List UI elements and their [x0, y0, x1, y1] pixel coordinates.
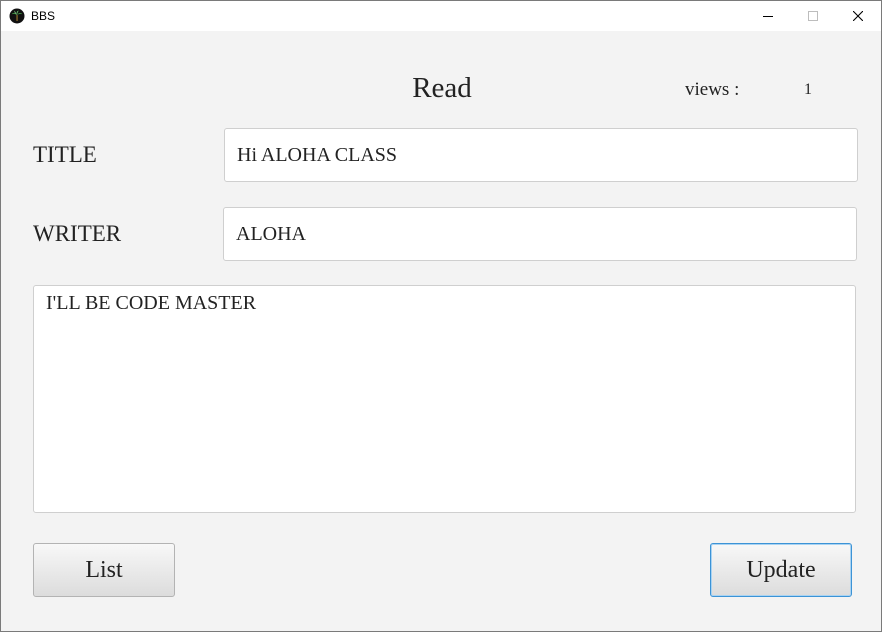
minimize-button[interactable]	[745, 1, 791, 31]
bbs-window: BBS Read views : 1 TITLE WRITER I'LL BE …	[0, 0, 882, 632]
window-title: BBS	[31, 9, 56, 23]
close-icon	[853, 11, 863, 21]
palm-tree-icon	[9, 8, 25, 24]
writer-label: WRITER	[33, 221, 122, 246]
title-input[interactable]	[224, 128, 858, 182]
minimize-icon	[763, 16, 773, 17]
title-bar[interactable]: BBS	[1, 1, 881, 31]
maximize-icon	[808, 11, 818, 21]
views-count: 1	[804, 81, 812, 98]
writer-input[interactable]	[223, 207, 857, 261]
close-button[interactable]	[835, 1, 881, 31]
update-button[interactable]: Update	[710, 543, 852, 597]
page-title: Read	[412, 72, 472, 104]
views-label: views :	[685, 79, 740, 100]
list-button[interactable]: List	[33, 543, 175, 597]
maximize-button[interactable]	[790, 1, 836, 31]
title-label: TITLE	[33, 142, 97, 167]
content-textarea[interactable]: I'LL BE CODE MASTER	[33, 285, 856, 513]
